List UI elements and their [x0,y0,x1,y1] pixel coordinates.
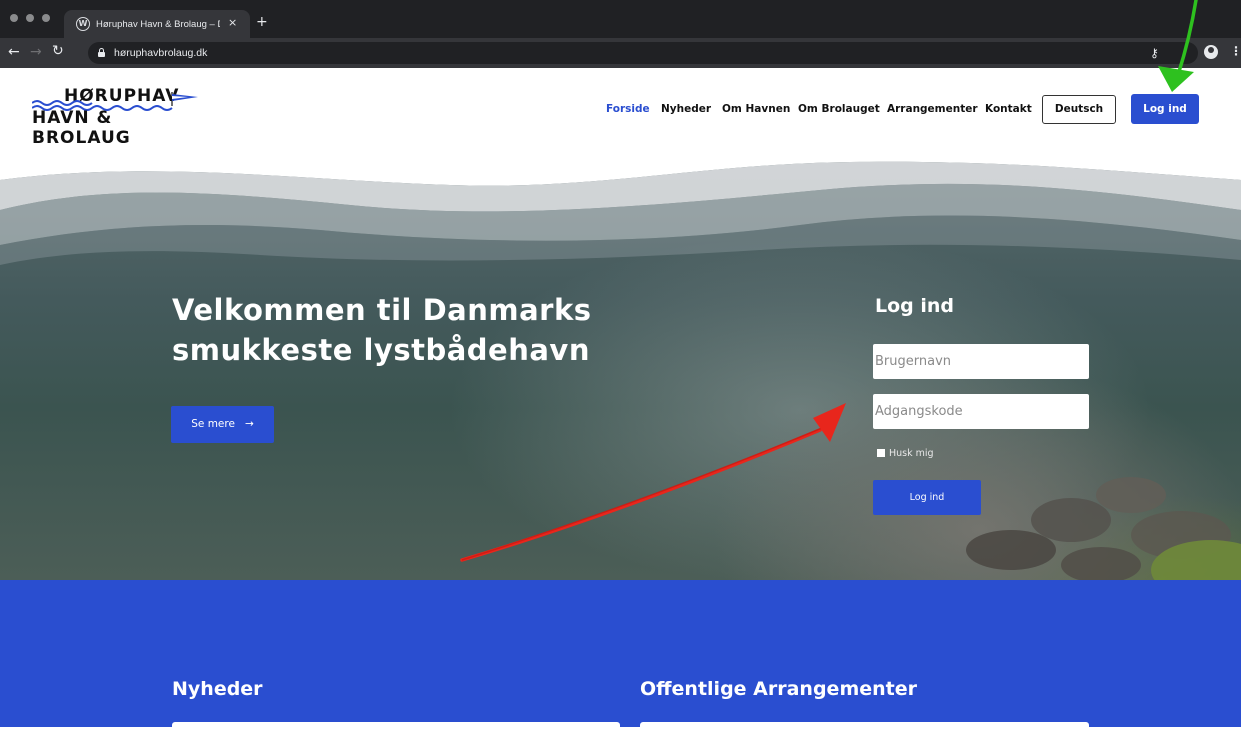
key-icon[interactable]: ⚷ [1150,46,1159,60]
username-input[interactable] [873,344,1089,379]
logo-flag-icon [171,92,198,106]
checkbox-box[interactable] [877,449,885,457]
nav-nyheder[interactable]: Nyheder [661,102,711,116]
hero-wave-overlay [0,150,1241,265]
browser-toolbar: ← → ↻ høruphavbrolaug.dk ⚷ ⋮ [0,38,1241,68]
content-section: Nyheder Offentlige Arrangementer [0,580,1241,730]
tab-close-icon[interactable]: × [228,16,237,30]
news-heading: Nyheder [172,678,263,700]
hero-section: Velkommen til Danmarks smukkeste lystbåd… [0,150,1241,580]
forward-icon[interactable]: → [30,44,42,60]
site-header: HØRUPHAV HAVN & BROLAUG Forside Nyheder … [0,68,1241,150]
se-mere-button[interactable]: Se mere → [171,406,274,443]
wordpress-icon: W [76,17,90,31]
browser-tab[interactable]: W Høruphav Havn & Brolaug – Da × [64,10,250,38]
hero-title: Velkommen til Danmarks smukkeste lystbåd… [172,293,592,367]
login-form-title: Log ind [875,295,955,317]
arrow-right-icon: → [244,418,254,430]
password-input[interactable] [873,394,1089,429]
deutsch-button[interactable]: Deutsch [1042,95,1116,124]
tab-title: Høruphav Havn & Brolaug – Da [96,19,220,30]
header-login-button[interactable]: Log ind [1131,94,1199,124]
url-text: høruphavbrolaug.dk [114,47,208,59]
back-icon[interactable]: ← [8,44,20,60]
reload-icon[interactable]: ↻ [52,43,64,59]
logo-line-2: HAVN & BROLAUG [32,108,131,148]
new-tab-button[interactable]: + [256,14,268,30]
profile-icon[interactable] [1204,45,1218,59]
window-zoom-button[interactable] [42,14,50,22]
window-close-button[interactable] [10,14,18,22]
remember-me-checkbox[interactable]: Husk mig [877,448,934,460]
kebab-menu-icon[interactable]: ⋮ [1230,43,1241,59]
login-submit-button[interactable]: Log ind [873,480,981,515]
nav-om-havnen[interactable]: Om Havnen [722,102,790,116]
nav-om-brolauget[interactable]: Om Brolauget [798,102,880,116]
events-card [640,722,1089,730]
lock-icon [98,48,105,57]
nav-kontakt[interactable]: Kontakt [985,102,1032,116]
events-heading: Offentlige Arrangementer [640,678,917,700]
site-logo[interactable]: HØRUPHAV HAVN & BROLAUG [32,86,212,148]
nav-arrangementer[interactable]: Arrangementer [887,102,978,116]
nav-forside[interactable]: Forside [606,102,650,116]
window-minimize-button[interactable] [26,14,34,22]
news-card [172,722,620,730]
remember-me-label: Husk mig [889,448,934,459]
se-mere-label: Se mere [191,418,235,430]
address-bar[interactable]: høruphavbrolaug.dk [88,42,1198,64]
